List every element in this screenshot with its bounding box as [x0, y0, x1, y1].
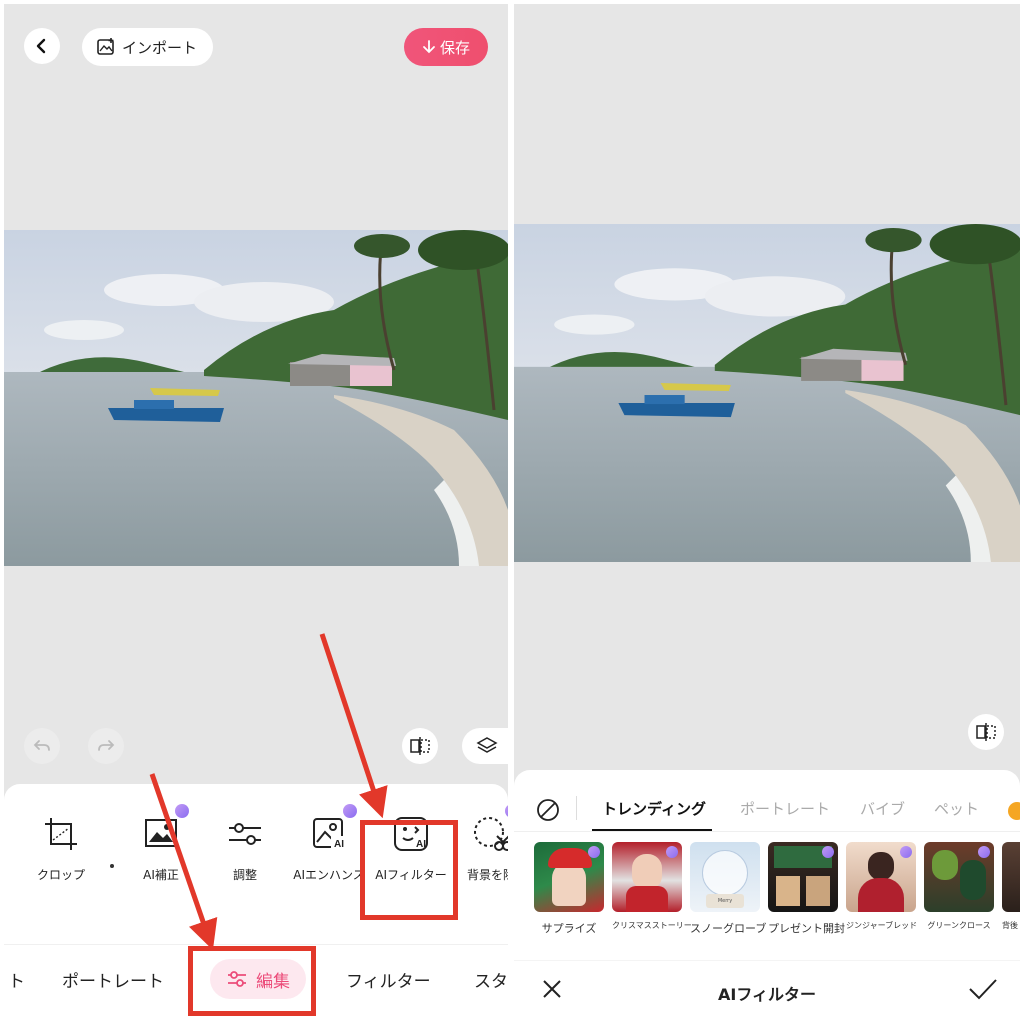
thumb-label: プレゼント開封: [768, 922, 845, 935]
tab-pet[interactable]: ペット: [934, 798, 979, 819]
tool-label: クロップ: [36, 868, 85, 882]
layers-icon: [476, 737, 498, 753]
thumb-label: ジンジャーブレッド: [846, 921, 918, 930]
thumb-label: サプライズ: [541, 922, 597, 935]
tool-adjust[interactable]: 調整: [200, 814, 290, 883]
checkmark-icon[interactable]: [968, 977, 998, 1001]
portrait-face: [632, 854, 662, 890]
filter-surprise[interactable]: サプライズ: [534, 842, 604, 936]
crop-icon: [45, 818, 77, 850]
premium-gem-icon: [175, 804, 189, 818]
premium-gem-icon: [900, 846, 912, 858]
ai-filter-sheet: トレンディング ポートレート バイブ ペット サプライズ クリスマスストーリー …: [514, 770, 1020, 1026]
thumb-image: [1002, 842, 1020, 912]
undo-button[interactable]: [24, 728, 60, 764]
premium-gem-icon: [978, 846, 990, 858]
image-add-icon: [97, 38, 114, 55]
photo-canvas[interactable]: [4, 230, 508, 566]
filter-green-claus[interactable]: グリーンクロース: [924, 842, 994, 931]
beach-photo: [4, 230, 508, 566]
photo-canvas[interactable]: [514, 224, 1020, 562]
divider: [576, 796, 577, 820]
redo-icon: [98, 740, 115, 751]
portrait-outfit: [626, 886, 668, 912]
active-tab-indicator: [592, 829, 712, 831]
beach-photo: [514, 224, 1020, 562]
adjust-sliders-icon: [229, 823, 261, 845]
annotation-box-ai-filter: [360, 820, 458, 920]
tab-partial[interactable]: ト: [8, 967, 25, 992]
portrait-figure: [960, 860, 986, 900]
premium-gem-icon: [822, 846, 834, 858]
chevron-left-icon: [36, 38, 46, 54]
separator-dot: [110, 864, 114, 868]
save-button[interactable]: 保存: [404, 28, 488, 66]
import-label: インポート: [122, 38, 198, 57]
layers-button[interactable]: [462, 728, 508, 764]
thumb-label: グリーンクロース: [927, 921, 991, 930]
tool-crop[interactable]: クロップ: [16, 814, 106, 883]
compare-button[interactable]: [402, 728, 438, 764]
annotation-box-edit-tab: [188, 946, 316, 1016]
save-label: 保存: [439, 38, 470, 57]
tool-ai-correct[interactable]: AI補正: [116, 804, 206, 883]
download-arrow-icon: [423, 40, 435, 54]
svg-text:AI: AI: [334, 839, 344, 850]
import-button[interactable]: インポート: [82, 28, 214, 66]
tab-filter[interactable]: フィルター: [346, 967, 431, 992]
tab-style-partial[interactable]: スタ: [474, 967, 508, 992]
gift-box: [776, 876, 800, 906]
santa-hat: [548, 848, 592, 868]
ai-filter-screen: トレンディング ポートレート バイブ ペット サプライズ クリスマスストーリー …: [514, 4, 1020, 1026]
no-filter-icon[interactable]: [536, 798, 560, 822]
ai-enhance-image-icon: [145, 819, 177, 847]
compare-icon: [976, 723, 996, 741]
snow-globe-base: Merry Christmas: [706, 894, 744, 908]
bottom-action-bar: AIフィルター: [514, 960, 1020, 1020]
redo-button[interactable]: [88, 728, 124, 764]
back-button[interactable]: [24, 28, 60, 64]
filter-snow-globe[interactable]: Merry Christmas スノーグローブ: [690, 842, 767, 936]
premium-gem-icon: [666, 846, 678, 858]
portrait-dress: [858, 878, 904, 912]
category-tabs: トレンディング ポートレート バイブ ペット: [514, 786, 1020, 832]
editor-screen: インポート 保存 クロップ AI補正 調整 AI AIエンハンス AI AIフィ…: [4, 4, 508, 1026]
snow-globe: [702, 850, 748, 896]
premium-gem-icon: [343, 804, 357, 818]
tool-label: AI補正: [143, 868, 179, 882]
filter-gingerbread[interactable]: ジンジャーブレッド: [846, 842, 918, 931]
premium-gem-icon: [588, 846, 600, 858]
gift-box: [806, 876, 830, 906]
tab-vibe[interactable]: バイブ: [860, 798, 905, 819]
thumb-label: 背後: [1002, 921, 1018, 930]
panel-title: AIフィルター: [717, 985, 817, 1004]
portrait-hair: [868, 852, 894, 880]
ai-enhance-icon: AI: [313, 818, 347, 850]
category-emoji-icon: [1008, 802, 1020, 820]
tab-portrait[interactable]: ポートレート: [62, 967, 164, 992]
grinch-figure: [932, 850, 958, 880]
compare-button[interactable]: [968, 714, 1004, 750]
filter-gift-open[interactable]: プレゼント開封: [768, 842, 845, 936]
filter-thumbnails: サプライズ クリスマスストーリー Merry Christmas スノーグローブ: [534, 842, 1020, 942]
background-remove-icon: [474, 817, 508, 851]
compare-icon: [410, 737, 430, 755]
undo-icon: [33, 740, 50, 751]
tab-trending[interactable]: トレンディング: [602, 798, 706, 819]
arrow-to-ai-filter: [319, 633, 388, 819]
thumb-label: クリスマスストーリー: [612, 921, 692, 930]
tool-label: 調整: [232, 868, 257, 882]
tab-portrait[interactable]: ポートレート: [740, 798, 830, 819]
filter-christmas-story[interactable]: クリスマスストーリー: [612, 842, 692, 931]
filter-behind[interactable]: 背後: [1002, 842, 1020, 931]
portrait-face: [552, 862, 586, 906]
thumb-label: スノーグローブ: [690, 922, 767, 935]
